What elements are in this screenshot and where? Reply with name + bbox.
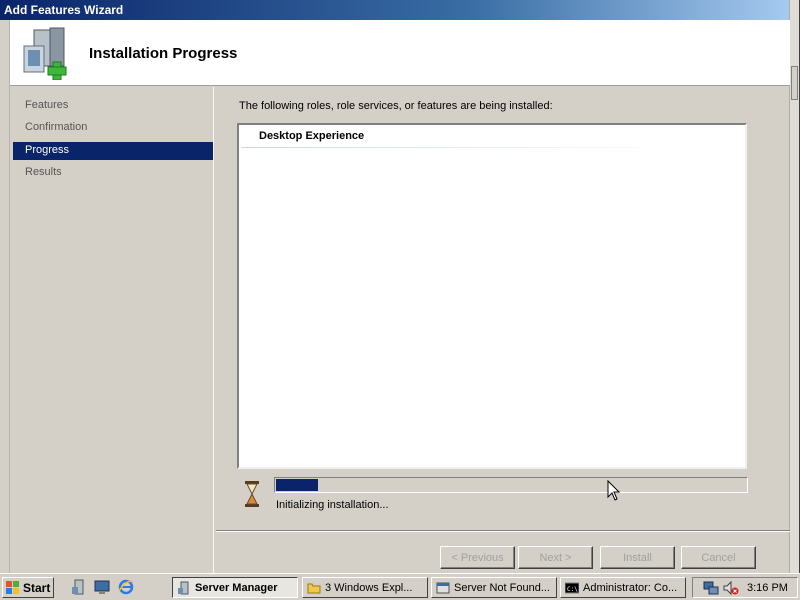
list-item: Desktop Experience <box>259 130 365 142</box>
next-button[interactable]: Next > <box>518 546 593 569</box>
wizard-content: The following roles, role services, or f… <box>216 87 788 530</box>
task-label: Server Manager <box>195 582 278 594</box>
wizard-window: Add Features Wizard Installation Progres… <box>0 0 800 573</box>
windows-logo-icon <box>6 581 19 594</box>
folder-icon <box>307 583 321 594</box>
start-label: Start <box>23 581 51 595</box>
taskbar-browser[interactable]: Server Not Found... <box>431 577 557 598</box>
window-title: Add Features Wizard <box>4 3 124 17</box>
task-label: 3 Windows Expl... <box>325 582 413 594</box>
footer-divider <box>216 530 790 532</box>
page-title: Installation Progress <box>89 45 238 62</box>
browser-icon <box>436 582 450 594</box>
taskbar: Start Server Manager 3 Windows Expl... S… <box>0 573 800 600</box>
wizard-header: Installation Progress <box>10 20 790 86</box>
title-bar[interactable]: Add Features Wizard <box>0 0 790 20</box>
clock[interactable]: 3:16 PM <box>747 582 788 594</box>
cancel-button[interactable]: Cancel <box>681 546 756 569</box>
internet-explorer-icon[interactable] <box>118 579 134 595</box>
network-icon[interactable] <box>703 580 719 596</box>
system-tray: 3:16 PM <box>692 577 798 598</box>
svg-text:C:\: C:\ <box>567 586 578 593</box>
hourglass-icon <box>245 481 259 507</box>
install-button[interactable]: Install <box>600 546 675 569</box>
taskbar-command-prompt[interactable]: C:\ Administrator: Co... <box>560 577 686 598</box>
taskbar-windows-explorer[interactable]: 3 Windows Expl... <box>302 577 428 598</box>
nav-item-features[interactable]: Features <box>13 97 213 115</box>
task-label: Administrator: Co... <box>583 582 678 594</box>
server-manager-quicklaunch-icon[interactable] <box>71 579 87 595</box>
show-desktop-icon[interactable] <box>94 579 110 595</box>
start-button[interactable]: Start <box>2 577 54 598</box>
list-divider <box>241 147 691 148</box>
taskbar-server-manager[interactable]: Server Manager <box>172 577 298 598</box>
window-left-edge <box>0 20 10 573</box>
nav-item-results[interactable]: Results <box>13 164 213 182</box>
scrollbar-thumb[interactable] <box>791 66 798 100</box>
progress-fill <box>276 479 318 491</box>
intro-text: The following roles, role services, or f… <box>239 100 553 112</box>
task-label: Server Not Found... <box>454 582 550 594</box>
install-list[interactable]: Desktop Experience <box>237 123 747 469</box>
mouse-cursor-icon <box>607 480 621 501</box>
server-add-feature-icon <box>23 27 67 80</box>
install-progress-bar <box>274 477 748 493</box>
cmd-icon: C:\ <box>565 582 579 594</box>
nav-item-progress[interactable]: Progress <box>13 142 213 160</box>
volume-muted-icon[interactable] <box>723 580 739 596</box>
wizard-step-list: Features Confirmation Progress Results <box>10 87 214 573</box>
previous-button[interactable]: < Previous <box>440 546 515 569</box>
nav-item-confirmation[interactable]: Confirmation <box>13 119 213 137</box>
server-manager-icon <box>178 581 189 595</box>
vertical-scrollbar[interactable] <box>789 0 799 573</box>
progress-status-text: Initializing installation... <box>276 499 389 511</box>
